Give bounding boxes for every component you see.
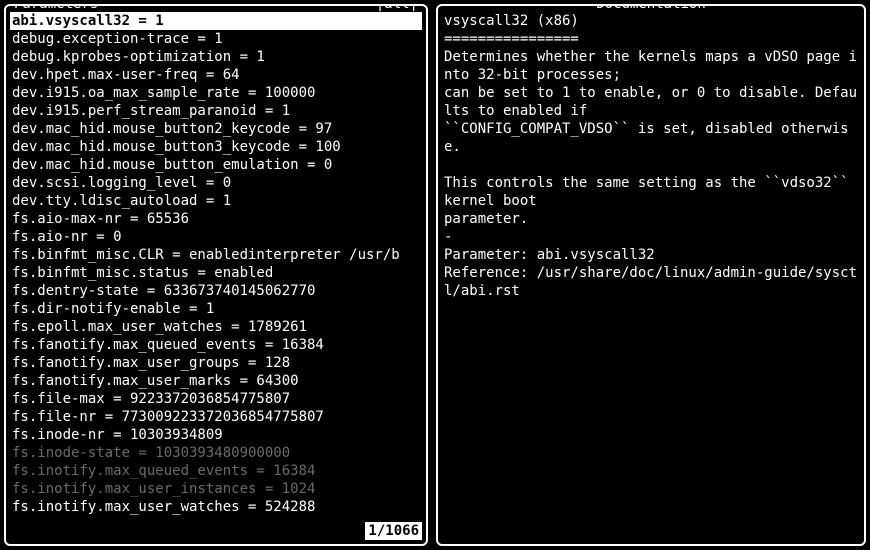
doc-line <box>442 156 860 174</box>
param-row[interactable]: fs.inotify.max_user_watches = 524288 <box>10 498 422 516</box>
param-row[interactable]: debug.kprobes-optimization = 1 <box>10 48 422 66</box>
doc-line: Determines whether the kernels maps a vD… <box>442 48 860 84</box>
param-row[interactable]: dev.mac_hid.mouse_button_emulation = 0 <box>10 156 422 174</box>
doc-line: This controls the same setting as the ``… <box>442 174 860 210</box>
param-row[interactable]: dev.scsi.logging_level = 0 <box>10 174 422 192</box>
position-counter: 1/1066 <box>365 522 422 540</box>
param-row[interactable]: fs.inotify.max_user_instances = 1024 <box>10 480 422 498</box>
param-row[interactable]: fs.aio-max-nr = 65536 <box>10 210 422 228</box>
param-row[interactable]: fs.file-nr = 77300922337203685477580​7 <box>10 408 422 426</box>
parameters-panel: Parameters |all| abi.vsyscall32 = 1debug… <box>4 4 428 546</box>
doc-line: ================ <box>442 30 860 48</box>
param-row[interactable]: fs.fanotify.max_user_groups = 128 <box>10 354 422 372</box>
param-row[interactable]: fs.dentry-state = 633673740145062770 <box>10 282 422 300</box>
doc-line: - <box>442 228 860 246</box>
param-row[interactable]: dev.tty.ldisc_autoload = 1 <box>10 192 422 210</box>
param-row[interactable]: dev.hpet.max-user-freq = 64 <box>10 66 422 84</box>
param-row[interactable]: abi.vsyscall32 = 1 <box>10 12 422 30</box>
param-row[interactable]: dev.mac_hid.mouse_button2_keycode = 97 <box>10 120 422 138</box>
param-row[interactable]: debug.exception-trace = 1 <box>10 30 422 48</box>
documentation-panel: Documentation vsyscall32 (x86)==========… <box>436 4 866 546</box>
doc-line: Reference: /usr/share/doc/linux/admin-gu… <box>442 264 860 300</box>
param-row[interactable]: dev.i915.oa_max_sample_rate = 100000 <box>10 84 422 102</box>
doc-line: parameter. <box>442 210 860 228</box>
documentation-content[interactable]: vsyscall32 (x86)================Determin… <box>438 6 864 544</box>
param-row[interactable]: fs.dir-notify-enable = 1 <box>10 300 422 318</box>
param-row[interactable]: dev.i915.perf_stream_paranoid = 1 <box>10 102 422 120</box>
param-row[interactable]: fs.epoll.max_user_watches = 1789261 <box>10 318 422 336</box>
param-row[interactable]: fs.binfmt_misc.CLR = enabledinterpreter … <box>10 246 422 264</box>
param-row[interactable]: fs.inotify.max_queued_events = 16384 <box>10 462 422 480</box>
param-row[interactable]: fs.fanotify.max_user_marks = 64300 <box>10 372 422 390</box>
doc-line: Parameter: abi.vsyscall32 <box>442 246 860 264</box>
param-row[interactable]: fs.aio-nr = 0 <box>10 228 422 246</box>
doc-line: ``CONFIG_COMPAT_VDSO`` is set, disabled … <box>442 120 860 156</box>
param-row[interactable]: dev.mac_hid.mouse_button3_keycode = 100 <box>10 138 422 156</box>
param-row[interactable]: fs.binfmt_misc.status = enabled <box>10 264 422 282</box>
doc-line: can be set to 1 to enable, or 0 to disab… <box>442 84 860 120</box>
param-row[interactable]: fs.inode-state = 1030393480900000 <box>10 444 422 462</box>
app-root: Parameters |all| abi.vsyscall32 = 1debug… <box>0 0 870 550</box>
param-row[interactable]: fs.file-max = 9223372036854775807 <box>10 390 422 408</box>
parameters-list[interactable]: abi.vsyscall32 = 1debug.exception-trace … <box>6 6 426 544</box>
doc-line: vsyscall32 (x86) <box>442 12 860 30</box>
param-row[interactable]: fs.inode-nr = 10303934809 <box>10 426 422 444</box>
param-row[interactable]: fs.fanotify.max_queued_events = 16384 <box>10 336 422 354</box>
